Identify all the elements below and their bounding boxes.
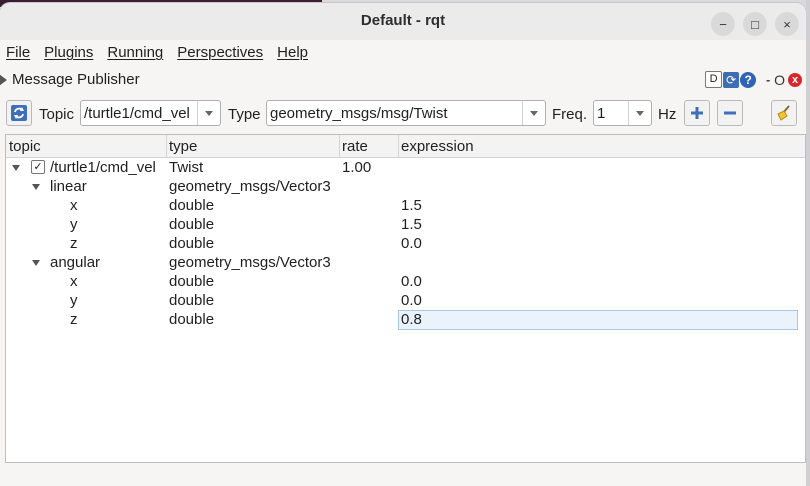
topic-label: Topic	[39, 106, 75, 123]
row-type: double	[169, 311, 215, 328]
row-topic: y	[70, 292, 78, 309]
remove-button[interactable]	[717, 100, 743, 126]
freq-label: Freq.	[552, 106, 588, 123]
help-icon[interactable]: ?	[740, 71, 757, 88]
type-value: geometry_msgs/msg/Twist	[270, 105, 448, 122]
row-type: double	[169, 235, 215, 252]
row-topic: x	[70, 197, 78, 214]
minus-icon	[724, 111, 736, 115]
row-type: double	[169, 292, 215, 309]
expand-arrow-icon[interactable]	[12, 165, 20, 171]
menu-running[interactable]: Running	[107, 41, 163, 65]
table-row[interactable]: z double 0.8	[6, 310, 805, 330]
dock-controls: D ⟳ ? - O x	[705, 71, 802, 88]
row-type: double	[169, 197, 215, 214]
reload-icon[interactable]: ⟳	[723, 71, 740, 88]
menu-file[interactable]: File	[6, 41, 30, 65]
publisher-toolbar: Topic /turtle1/cmd_vel Type geometry_msg…	[0, 98, 806, 128]
dock-close-button[interactable]: x	[788, 72, 802, 87]
minimize-icon: −	[719, 16, 727, 32]
freq-combobox[interactable]: 1	[593, 100, 652, 126]
menu-plugins[interactable]: Plugins	[44, 41, 93, 65]
chevron-down-icon[interactable]	[522, 101, 545, 125]
background-window	[806, 0, 810, 486]
close-button[interactable]: ×	[775, 12, 799, 36]
row-type: geometry_msgs/Vector3	[169, 254, 331, 271]
rqt-window: Default - rqt − □ × File Plugins Running…	[0, 3, 806, 486]
row-type: double	[169, 273, 215, 290]
row-type: double	[169, 216, 215, 233]
row-expression[interactable]: 1.5	[401, 197, 422, 214]
chevron-down-icon[interactable]	[197, 101, 220, 125]
column-rate[interactable]: rate	[342, 138, 368, 155]
row-expression[interactable]: 0.0	[401, 292, 422, 309]
type-combobox[interactable]: geometry_msgs/msg/Twist	[266, 100, 546, 126]
maximize-icon: □	[751, 16, 759, 32]
row-expression[interactable]: 0.0	[401, 273, 422, 290]
table-row[interactable]: y double 1.5	[6, 215, 805, 234]
column-expression[interactable]: expression	[401, 138, 474, 155]
tree-header: topic type rate expression	[6, 135, 805, 158]
chevron-down-icon[interactable]	[628, 101, 651, 125]
table-row[interactable]: y double 0.0	[6, 291, 805, 310]
collapse-arrow-icon[interactable]	[0, 74, 8, 86]
row-expression[interactable]: 0.0	[401, 235, 422, 252]
row-topic: x	[70, 273, 78, 290]
refresh-icon	[11, 105, 27, 121]
row-rate[interactable]: 1.00	[342, 159, 371, 176]
row-topic: y	[70, 216, 78, 233]
expand-arrow-icon[interactable]	[32, 184, 40, 190]
clear-button[interactable]	[771, 100, 797, 126]
publish-checkbox[interactable]: ✓	[31, 160, 45, 174]
table-row[interactable]: z double 0.0	[6, 234, 805, 253]
row-type: geometry_msgs/Vector3	[169, 178, 331, 195]
table-row[interactable]: ✓ /turtle1/cmd_vel Twist 1.00	[6, 158, 805, 177]
plugin-title-bar: Message Publisher D ⟳ ? - O x	[0, 67, 806, 93]
topic-value: /turtle1/cmd_vel	[84, 105, 190, 122]
window-title: Default - rqt	[360, 12, 446, 29]
menu-bar: File Plugins Running Perspectives Help	[0, 41, 806, 65]
row-expression[interactable]: 1.5	[401, 216, 422, 233]
hz-label: Hz	[658, 106, 677, 123]
dock-float-button[interactable]: O	[774, 72, 785, 88]
row-topic: linear	[50, 178, 87, 195]
column-type[interactable]: type	[169, 138, 197, 155]
expand-arrow-icon[interactable]	[32, 260, 40, 266]
row-topic: angular	[50, 254, 101, 271]
message-tree[interactable]: topic type rate expression ✓ /turtle1/cm…	[5, 134, 806, 463]
table-row[interactable]: angular geometry_msgs/Vector3	[6, 253, 805, 272]
row-expression[interactable]: 0.8	[401, 311, 422, 328]
table-row[interactable]: linear geometry_msgs/Vector3	[6, 177, 805, 196]
menu-perspectives[interactable]: Perspectives	[177, 41, 263, 65]
minimize-button[interactable]: −	[711, 12, 735, 36]
maximize-button[interactable]: □	[743, 12, 767, 36]
row-topic: /turtle1/cmd_vel	[50, 159, 156, 176]
expression-edit-field[interactable]	[398, 310, 798, 330]
title-bar[interactable]: Default - rqt − □ ×	[0, 3, 806, 40]
broom-icon	[777, 105, 790, 121]
column-topic[interactable]: topic	[9, 138, 41, 155]
d-button[interactable]: D	[705, 71, 723, 88]
close-icon: ×	[783, 16, 791, 32]
topic-combobox[interactable]: /turtle1/cmd_vel	[80, 100, 221, 126]
plugin-title: Message Publisher	[12, 71, 140, 88]
table-row[interactable]: x double 0.0	[6, 272, 805, 291]
table-row[interactable]: x double 1.5	[6, 196, 805, 215]
dock-minimize-button[interactable]: -	[766, 73, 770, 87]
type-label: Type	[228, 106, 261, 123]
plus-icon	[691, 107, 703, 119]
row-topic: z	[70, 235, 78, 252]
row-type: Twist	[169, 159, 204, 176]
add-button[interactable]	[684, 100, 710, 126]
row-topic: z	[70, 311, 78, 328]
menu-help[interactable]: Help	[277, 41, 308, 65]
freq-value: 1	[597, 105, 606, 122]
refresh-button[interactable]	[6, 100, 32, 126]
